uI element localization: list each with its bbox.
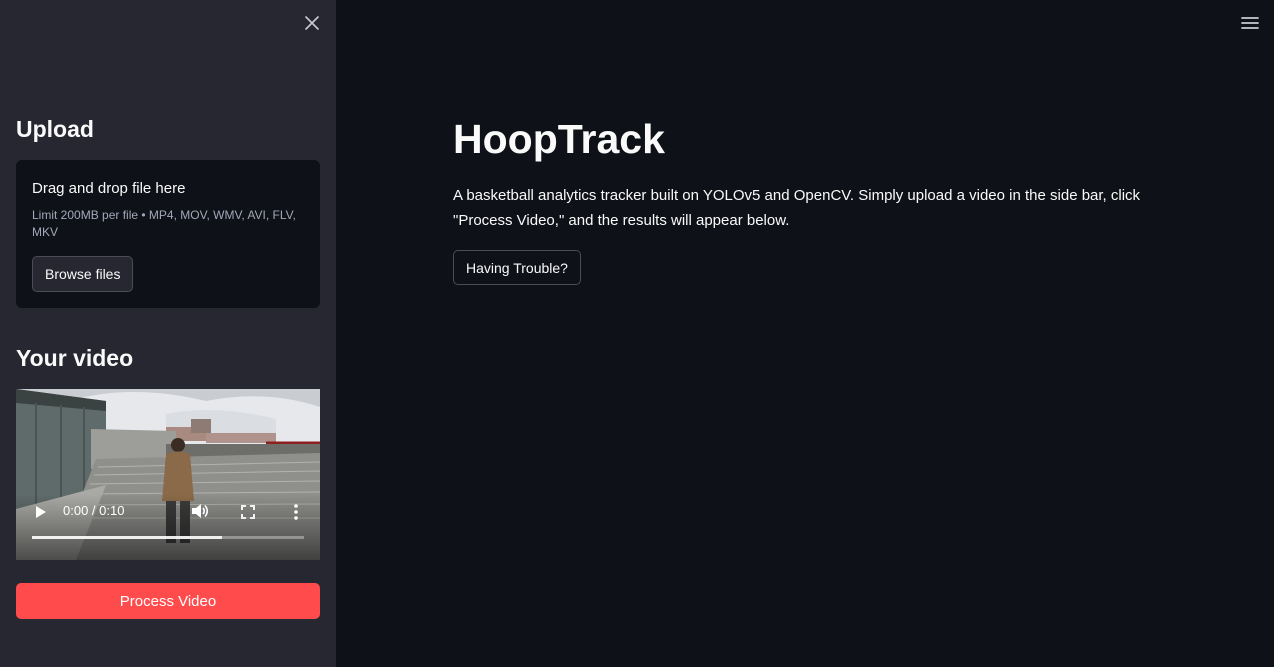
- volume-icon[interactable]: [190, 502, 210, 520]
- having-trouble-button[interactable]: Having Trouble?: [453, 250, 581, 285]
- dropzone-title: Drag and drop file here: [32, 180, 186, 197]
- video-time: 0:00 / 0:10: [63, 503, 125, 518]
- play-icon[interactable]: [34, 504, 48, 520]
- sidebar: Upload Drag and drop file here Limit 200…: [0, 0, 336, 667]
- hamburger-menu-icon: [1241, 17, 1259, 29]
- video-progress-track[interactable]: [32, 536, 304, 539]
- video-controls-overlay: [16, 494, 320, 560]
- more-options-icon[interactable]: [292, 503, 300, 521]
- dropzone-limit-text: Limit 200MB per file • MP4, MOV, WMV, AV…: [32, 208, 296, 239]
- main-menu-button[interactable]: [1239, 12, 1261, 34]
- upload-heading: Upload: [16, 116, 94, 142]
- video-player[interactable]: 0:00 / 0:10: [16, 389, 320, 560]
- close-icon: [305, 16, 319, 30]
- your-video-heading: Your video: [16, 345, 134, 371]
- page-title: HoopTrack: [453, 116, 665, 162]
- browse-files-button[interactable]: Browse files: [32, 256, 134, 292]
- close-sidebar-button[interactable]: [300, 11, 324, 35]
- video-buffered-bar: [32, 536, 223, 539]
- process-video-button[interactable]: Process Video: [16, 583, 320, 619]
- file-dropzone[interactable]: Drag and drop file here Limit 200MB per …: [16, 160, 320, 308]
- fullscreen-icon[interactable]: [240, 504, 256, 520]
- page-description: A basketball analytics tracker built on …: [453, 187, 1141, 229]
